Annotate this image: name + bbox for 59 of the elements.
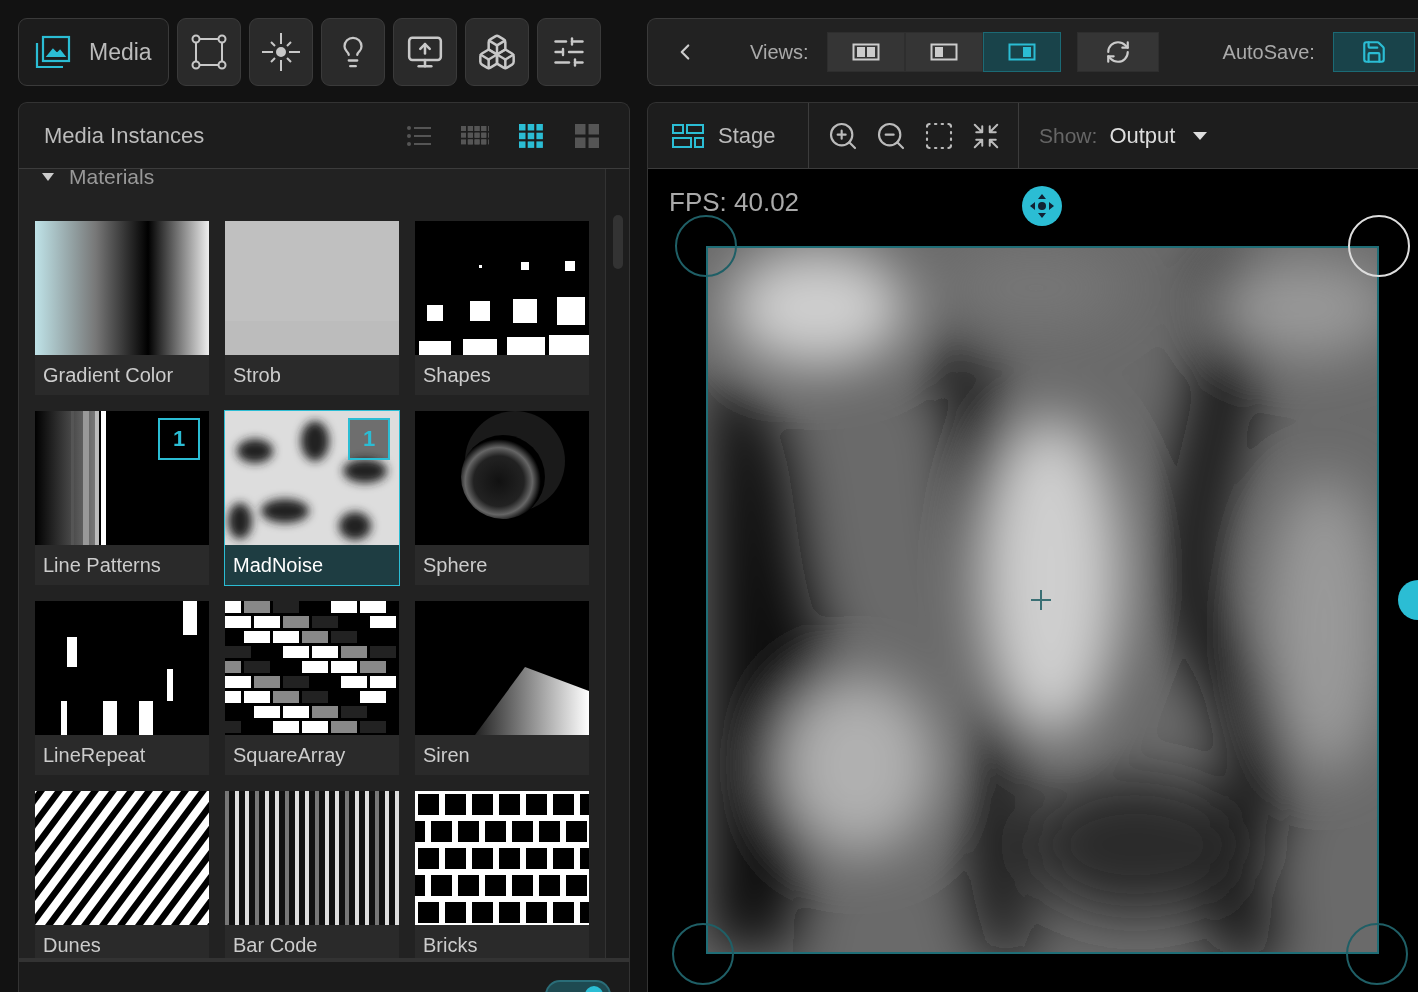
layout-icon (672, 123, 704, 148)
count-badge: 1 (348, 418, 390, 460)
tile-label: Line Patterns (35, 545, 209, 585)
small-grid-icon (461, 125, 489, 146)
tool-button[interactable] (176, 18, 241, 86)
autosave-label: AutoSave: (1222, 40, 1315, 64)
view-button[interactable] (826, 32, 905, 72)
tile-label: Dunes (35, 925, 209, 958)
layout-icon (851, 43, 880, 61)
corner-handle[interactable] (1346, 923, 1408, 985)
transform-icon (190, 34, 227, 70)
tile-label: Sphere (415, 545, 589, 585)
autosave-button[interactable] (1332, 32, 1415, 72)
corner-handle[interactable] (672, 923, 734, 985)
tile-label: SquareArray (225, 735, 399, 775)
caret-icon (41, 172, 55, 182)
tile-label: Bricks (415, 925, 589, 958)
tile-label: MadNoise (225, 545, 399, 585)
view-button[interactable] (904, 32, 983, 72)
tile-label: Bar Code (225, 925, 399, 958)
view-button[interactable] (982, 32, 1061, 72)
tile-label: Gradient Color (35, 355, 209, 395)
tile-label: LineRepeat (35, 735, 209, 775)
section-header[interactable]: Materials (35, 169, 155, 197)
tool-button[interactable] (320, 18, 385, 86)
scrollbar[interactable] (605, 169, 629, 958)
stage-canvas[interactable]: FPS: 40.02 (648, 169, 1418, 992)
tile-label: Shapes (415, 355, 589, 395)
panel-title: Media Instances (44, 122, 206, 149)
media-button[interactable]: Media (18, 18, 169, 86)
large-grid-icon (575, 123, 599, 148)
count-badge: 1 (158, 418, 200, 460)
move-icon (1029, 193, 1055, 219)
layout-icon (1007, 43, 1036, 61)
show-label: Show: (1039, 123, 1098, 148)
tile-label: Siren (415, 735, 589, 775)
crosshair-icon (1031, 590, 1051, 610)
stage-tab[interactable]: Stage (648, 103, 809, 169)
cubes-icon (476, 32, 517, 72)
tool-button[interactable] (392, 18, 457, 86)
layout-icon (929, 43, 958, 61)
tool-button[interactable] (536, 18, 601, 86)
refresh-button[interactable] (1076, 32, 1159, 72)
move-handle[interactable] (1022, 186, 1062, 226)
sparkle-icon (260, 32, 301, 72)
show-dropdown[interactable]: Output (1109, 122, 1208, 149)
tool-button[interactable] (464, 18, 529, 86)
tile-label: Strob (225, 355, 399, 395)
image-icon (35, 35, 71, 69)
refresh-icon (1104, 39, 1131, 65)
tool-button[interactable] (248, 18, 313, 86)
save-icon (1360, 39, 1387, 65)
grid-view-icon (519, 123, 543, 148)
caret-icon (1193, 131, 1208, 140)
fps-readout: FPS: 40.02 (669, 187, 800, 218)
corner-handle[interactable] (675, 215, 737, 277)
monitor-upload-icon (405, 33, 444, 71)
views-label: Views: (750, 40, 809, 64)
list-view-icon (407, 125, 431, 146)
